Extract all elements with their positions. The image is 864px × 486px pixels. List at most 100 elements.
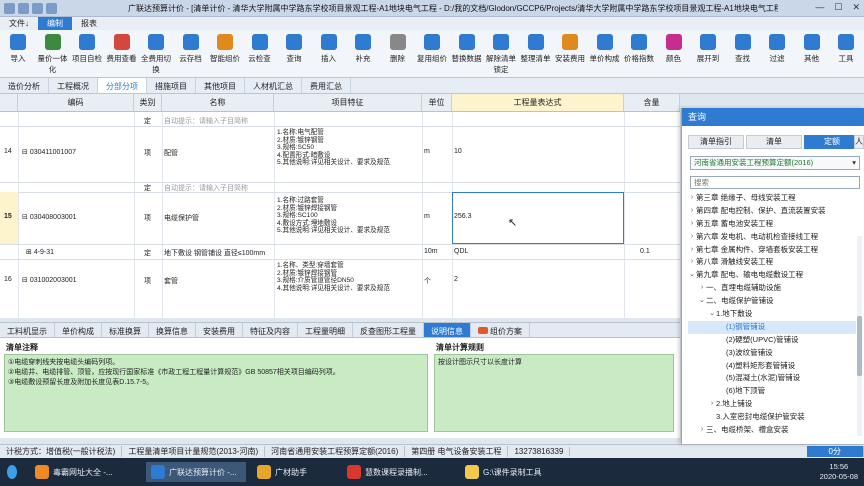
row-expression[interactable]: 10 [454,148,462,155]
tree-expander-icon[interactable]: › [698,424,706,437]
panel-scrollbar[interactable] [857,236,862,436]
tab-other-items[interactable]: 其他项目 [196,78,245,93]
tree-node[interactable]: › 第三章 绝缘子、母线安装工程 [688,192,856,205]
redo-icon[interactable] [46,3,57,14]
tree-node[interactable]: › 三、电缆桥架、槽盒安装 [688,424,856,437]
tree-expander-icon[interactable]: › [688,205,696,218]
panel-tab-material[interactable]: 人材 [854,135,864,149]
collapse-icon[interactable]: ⊟ [22,149,30,156]
tree-expander-icon[interactable]: › [688,256,696,269]
tree-expander-icon[interactable]: › [688,218,696,231]
tree-node[interactable]: (6)地下顶管 [688,385,856,398]
row-content[interactable]: 0.1 [640,248,650,255]
expand-icon[interactable]: ⊞ [26,249,34,256]
tree-node[interactable]: ⌄ 第九章 配电、输电电缆敷设工程 [688,269,856,282]
tab-labor-material-summary[interactable]: 人材机汇总 [245,78,302,93]
row-name[interactable]: 配管 [164,148,178,158]
column-header-features[interactable]: 项目特征 [274,94,422,112]
taskbar-item-material[interactable]: 广材助手 [252,462,332,482]
tree-expander-icon[interactable]: › [708,398,716,411]
tree-node[interactable]: (2)硬塑(UPVC)管铺设 [688,334,856,347]
tab-conversion-info[interactable]: 换算信息 [149,323,196,337]
tree-node[interactable]: › 一、直埋电缆辅助设施 [688,282,856,295]
taskbar-item-browser[interactable]: 毒霸网址大全 -... [30,462,140,482]
ribbon-button-11[interactable]: 删除 [381,32,415,64]
tab-quantity-detail[interactable]: 工程量明细 [298,323,353,337]
ribbon-button-14[interactable]: 解除清单锁定 [484,32,518,75]
row-unit[interactable]: m [424,148,430,155]
ribbon-button-10[interactable]: 补充 [346,32,380,64]
notes-text[interactable]: ①电缆穿刺线夹按电缆头编码列项。 ②电缆井、电缆排管、顶管，应按现行国家标准《市… [4,354,428,432]
tree-expander-icon[interactable]: › [688,231,696,244]
row-code[interactable]: ⊞ 4-9-31 [26,248,54,256]
ribbon-button-18[interactable]: 价格指数 [622,32,656,64]
taskbar-item-folder[interactable]: G:\课件录制工具 [460,462,560,482]
panel-tab-guide[interactable]: 清单指引 [688,135,744,149]
column-header-name[interactable]: 名称 [162,94,274,112]
tab-fee-summary[interactable]: 费用汇总 [302,78,351,93]
maximize-icon[interactable]: ☐ [834,2,842,13]
ribbon-button-24[interactable]: 工具 [829,32,863,64]
ribbon-button-5[interactable]: 云存档 [174,32,208,64]
row-unit[interactable]: m [424,213,430,220]
quick-access-toolbar[interactable] [4,3,57,14]
panel-search-input[interactable] [690,176,860,189]
panel-tab-quota[interactable]: 定额 [804,135,860,149]
tab-standard-conversion[interactable]: 标准换算 [102,323,149,337]
panel-tab-bill[interactable]: 清单 [746,135,802,149]
taskbar-item-glodon[interactable]: 广联达预算计价 -... [146,462,246,482]
ribbon-button-22[interactable]: 过滤 [760,32,794,64]
row-code[interactable]: ⊟ 031002003001 [22,276,77,284]
tree-expander-icon[interactable]: › [688,244,696,257]
row-features[interactable]: 1.名称:过路套管 2.材质:镀锌焊接钢管 3.规格:SC100 4.敷设方式:… [277,197,390,235]
ribbon-button-16[interactable]: 安装费用 [553,32,587,64]
menu-reports[interactable]: 报表 [72,17,106,30]
tree-node[interactable]: (1)钢管铺设 [688,320,856,334]
clock[interactable]: 15:56 2020-05-08 [820,462,858,482]
row-hint[interactable]: 自动提示：请输入子目简称 [164,183,248,193]
tree-node[interactable]: ⌄ 二、电缆保护管铺设 [688,295,856,308]
tab-measures[interactable]: 措施项目 [147,78,196,93]
row-hint[interactable]: 自动提示：请输入子目简称 [164,116,248,126]
ribbon-button-4[interactable]: 全费用切换 [139,32,173,75]
tree-node[interactable]: (3)波纹管铺设 [688,347,856,360]
row-unit[interactable]: 10m [424,248,438,255]
tree-node[interactable]: (4)塑料矩形套管铺设 [688,360,856,373]
undo-icon[interactable] [32,3,43,14]
row-features[interactable]: 1.名称、类型:穿墙套管 2.材质:镀锌焊接钢管 3.规格:介质管道管径DN50… [277,262,390,292]
menu-edit[interactable]: 编制 [38,17,72,30]
taskbar-item-recorder[interactable]: 慧数课程录播制... [342,462,452,482]
tree-node[interactable]: (5)混凝土(水泥)管铺设 [688,372,856,385]
tree-node[interactable]: › 第八章 滑触线安装工程 [688,256,856,269]
tree-expander-icon[interactable]: › [698,282,706,295]
ribbon-button-9[interactable]: 插入 [312,32,346,64]
ribbon-button-3[interactable]: 费用查看 [105,32,139,64]
ribbon-button-6[interactable]: 智能组价 [208,32,242,64]
ribbon-button-0[interactable]: 导入 [1,32,35,64]
ribbon-button-17[interactable]: 单价构成 [588,32,622,64]
ribbon-button-2[interactable]: 项目自检 [70,32,104,64]
menu-file[interactable]: 文件↓ [0,17,38,30]
row-unit[interactable]: 个 [424,276,431,286]
row-code[interactable]: ⊟ 030408003001 [22,213,77,221]
row-name[interactable]: 地下敷设 钢管铺设 直径≤100mm [164,248,265,258]
row-code[interactable]: ⊟ 030411001007 [22,148,76,156]
start-button[interactable] [2,462,22,482]
tree-node[interactable]: › 第七章 金属构件、穿墙套板安装工程 [688,244,856,257]
bill-grid[interactable]: 编码 类别 名称 项目特征 单位 工程量表达式 含量 定 自动提示：请输入子目简… [0,94,680,318]
tab-features-content[interactable]: 特征及内容 [243,323,298,337]
row-expression[interactable]: QDL [454,248,468,255]
ribbon-button-19[interactable]: 颜色 [657,32,691,64]
tree-expander-icon[interactable]: ⌄ [688,269,696,282]
minimize-icon[interactable]: — [815,2,824,13]
tab-cost-analysis[interactable]: 造价分析 [0,78,49,93]
tab-itemized[interactable]: 分部分项 [98,78,147,93]
tree-node[interactable]: › 第五章 蓄电池安装工程 [688,218,856,231]
status-score[interactable]: 0分 [806,446,864,457]
tab-labor-material[interactable]: 工料机显示 [0,323,55,337]
ribbon-button-23[interactable]: 其他 [795,32,829,64]
tree-node[interactable]: › 第四章 配电控制、保护、直流装置安装 [688,205,856,218]
row-name[interactable]: 电缆保护管 [164,213,199,223]
column-header-expression[interactable]: 工程量表达式 [452,94,624,112]
row-expression[interactable]: 256.3 [454,213,472,220]
